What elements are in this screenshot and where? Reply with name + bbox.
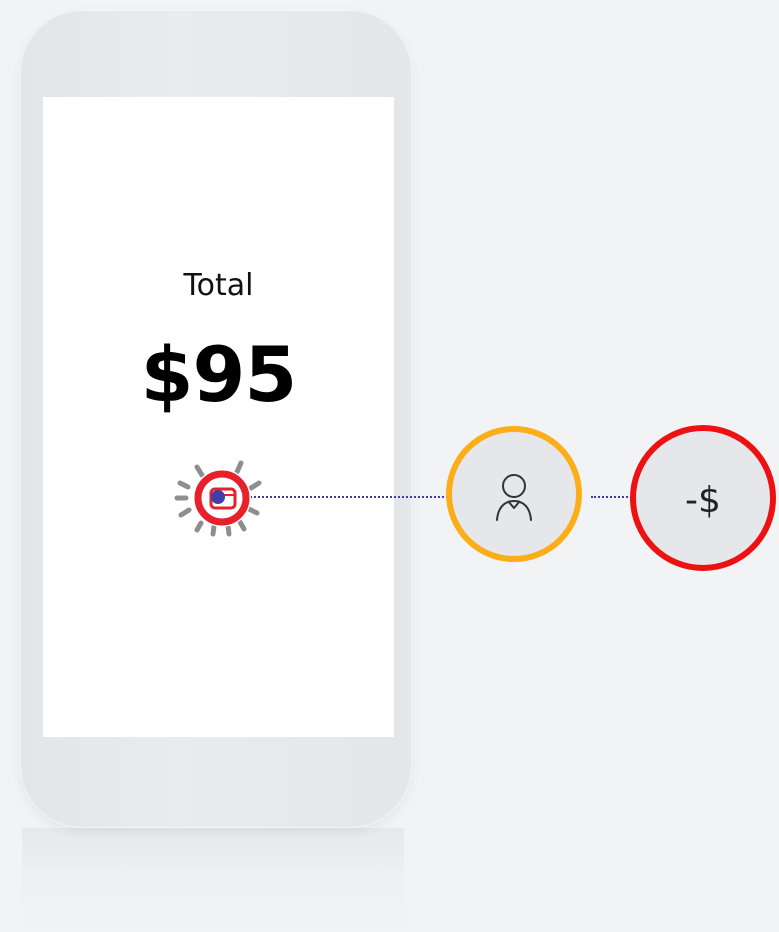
total-label: Total xyxy=(183,268,254,303)
connector-line-user-to-debit xyxy=(591,496,632,498)
debit-label: -$ xyxy=(685,479,721,521)
debit-node: -$ xyxy=(630,425,776,571)
user-node xyxy=(446,426,582,562)
user-icon xyxy=(496,474,532,521)
phone-reflection xyxy=(22,828,404,932)
total-amount: $95 xyxy=(140,330,298,419)
nfc-card-icon xyxy=(167,453,267,547)
